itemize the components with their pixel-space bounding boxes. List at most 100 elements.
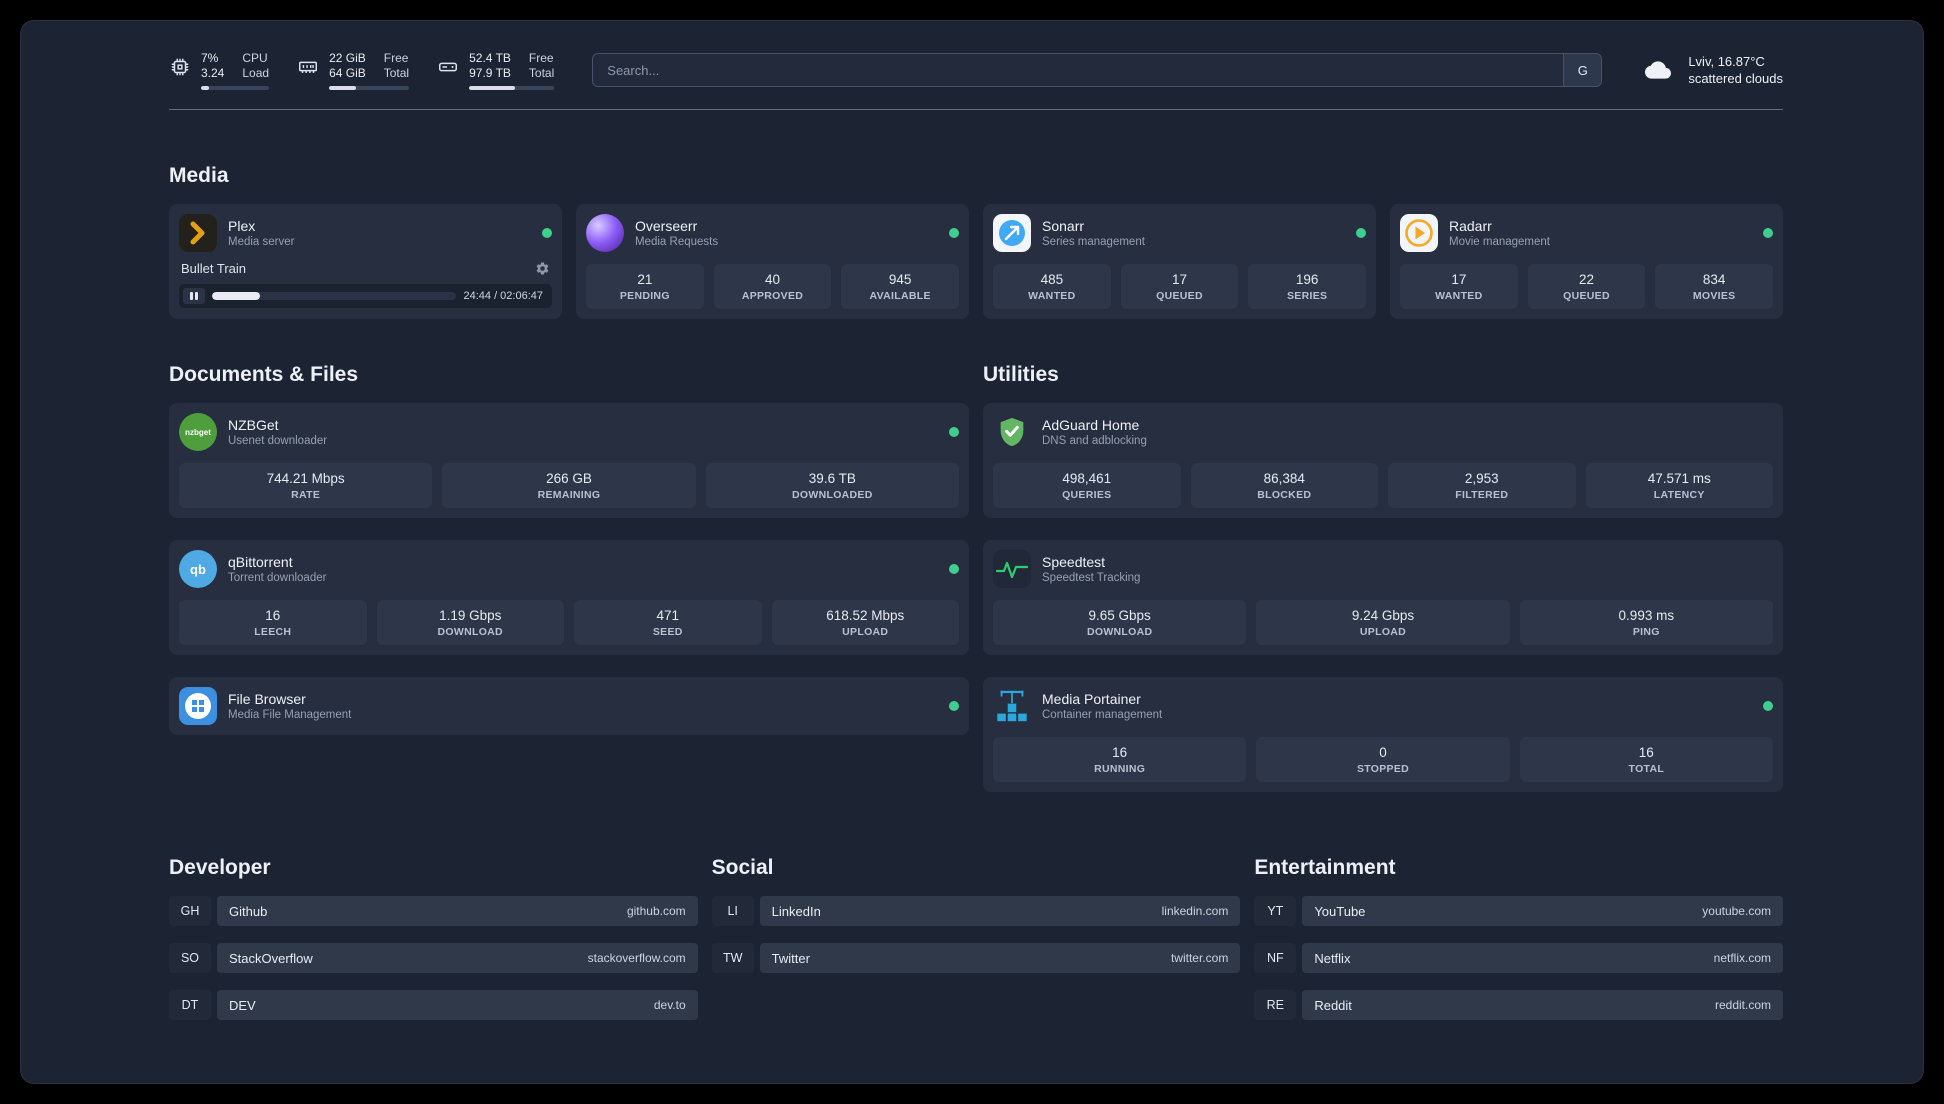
stat-label: APPROVED xyxy=(741,290,804,302)
app-subtitle: Series management xyxy=(1042,236,1145,248)
search-input[interactable] xyxy=(593,54,1564,86)
app-card-sonarr[interactable]: Sonarr Series management 485 WANTED 17 Q… xyxy=(983,204,1376,319)
disk-total-value: 97.9 TB xyxy=(469,65,511,80)
bookmark-github: GH Github github.com xyxy=(169,896,698,926)
cpu-usage-bar xyxy=(201,85,270,90)
status-dot xyxy=(1763,701,1773,711)
pause-button[interactable] xyxy=(183,288,205,304)
stat-value: 16 xyxy=(1112,745,1128,760)
stat-box-total: 16 TOTAL xyxy=(1519,737,1773,782)
section-media: Media Plex Media server Bullet Train 24:… xyxy=(169,164,1783,319)
stat-box-remaining: 266 GB REMAINING xyxy=(442,463,696,508)
cpu-usage-percent: 7% xyxy=(201,50,219,65)
stat-value: 196 xyxy=(1295,272,1319,287)
stat-value: 485 xyxy=(1040,272,1064,287)
stat-box-downloaded: 39.6 TB DOWNLOADED xyxy=(705,463,959,508)
stat-value: 266 GB xyxy=(546,471,592,486)
bookmark-abbr: RE xyxy=(1254,990,1297,1020)
stat-label: LEECH xyxy=(254,626,292,638)
disk-free-value: 52.4 TB xyxy=(469,50,511,65)
stat-value: 2,953 xyxy=(1464,471,1499,486)
playback-bar: 24:44 / 02:06:47 xyxy=(179,284,552,308)
app-subtitle: Movie management xyxy=(1449,236,1550,248)
stat-box-ping: 0.993 ms PING xyxy=(1519,600,1773,645)
stat-value: 40 xyxy=(764,272,780,287)
section-title-utilities: Utilities xyxy=(983,363,1059,386)
bookmark-url: youtube.com xyxy=(1702,904,1771,918)
stat-value: 471 xyxy=(656,608,680,623)
app-card-plex[interactable]: Plex Media server Bullet Train 24:44 / 0… xyxy=(169,204,562,319)
app-card-filebrowser[interactable]: File Browser Media File Management xyxy=(169,677,969,735)
stat-label: BLOCKED xyxy=(1257,489,1312,501)
app-card-speedtest[interactable]: Speedtest Speedtest Tracking 9.65 Gbps D… xyxy=(983,540,1783,655)
stat-label: QUEUED xyxy=(1563,290,1610,302)
bookmark-link[interactable]: Reddit reddit.com xyxy=(1302,990,1783,1020)
bookmark-abbr: TW xyxy=(711,943,754,973)
speedtest-icon xyxy=(993,550,1031,588)
app-card-radarr[interactable]: Radarr Movie management 17 WANTED 22 QUE… xyxy=(1390,204,1783,319)
app-subtitle: Usenet downloader xyxy=(228,435,328,447)
bookmark-name: Netflix xyxy=(1314,950,1351,966)
status-dot xyxy=(949,427,959,437)
bookmark-name: Reddit xyxy=(1314,997,1352,1013)
section-entertainment: Entertainment YT YouTube youtube.com NF … xyxy=(1254,856,1783,1037)
app-card-qbittorrent[interactable]: qb qBittorrent Torrent downloader 16 LEE… xyxy=(169,540,969,655)
bookmark-url: reddit.com xyxy=(1714,998,1771,1012)
disk-icon xyxy=(439,62,458,71)
app-subtitle: DNS and adblocking xyxy=(1042,435,1147,447)
bookmark-link[interactable]: Twitter twitter.com xyxy=(759,943,1241,973)
section-developer: Developer GH Github github.com SO StackO… xyxy=(169,856,698,1037)
bookmark-link[interactable]: DEV dev.to xyxy=(217,990,698,1020)
progress-fill xyxy=(212,292,260,300)
app-card-adguard[interactable]: AdGuard Home DNS and adblocking 498,461 … xyxy=(983,403,1783,518)
stat-box-leech: 16 LEECH xyxy=(179,600,367,645)
stat-value: 16 xyxy=(265,608,281,623)
status-dot xyxy=(949,701,959,711)
bookmark-link[interactable]: YouTube youtube.com xyxy=(1302,896,1783,926)
stat-value: 86,384 xyxy=(1263,471,1305,486)
stat-label: SEED xyxy=(652,626,683,638)
stat-value: 17 xyxy=(1451,272,1467,287)
bookmark-name: StackOverflow xyxy=(229,950,313,966)
app-card-nzbget[interactable]: nzbget NZBGet Usenet downloader 744.21 M… xyxy=(169,403,969,518)
stat-box-queries: 498,461 QUERIES xyxy=(993,463,1181,508)
bookmark-abbr: YT xyxy=(1254,896,1297,926)
disk-free-label: Free xyxy=(528,50,554,65)
bookmark-link[interactable]: StackOverflow stackoverflow.com xyxy=(217,943,698,973)
weather-condition: scattered clouds xyxy=(1688,71,1783,86)
progress-track[interactable] xyxy=(212,292,457,300)
sonarr-icon xyxy=(993,214,1031,252)
app-card-overseerr[interactable]: Overseerr Media Requests 21 PENDING 40 A… xyxy=(576,204,969,319)
bookmark-linkedin: LI LinkedIn linkedin.com xyxy=(711,896,1241,926)
bookmark-link[interactable]: LinkedIn linkedin.com xyxy=(759,896,1241,926)
stat-box-upload: 9.24 Gbps UPLOAD xyxy=(1256,600,1510,645)
app-name: Plex xyxy=(228,218,256,234)
ram-total-value: 64 GiB xyxy=(329,65,366,80)
plex-icon xyxy=(179,214,217,252)
stat-label: PING xyxy=(1632,626,1660,638)
overseerr-icon xyxy=(586,214,624,252)
bookmark-link[interactable]: Netflix netflix.com xyxy=(1302,943,1783,973)
stat-box-rate: 744.21 Mbps RATE xyxy=(179,463,433,508)
search-engine-button[interactable]: G xyxy=(1563,54,1602,86)
bookmark-abbr: LI xyxy=(711,896,754,926)
stat-label: QUEUED xyxy=(1156,290,1203,302)
section-social: Social LI LinkedIn linkedin.com TW Twitt… xyxy=(711,856,1241,1037)
stat-value: 39.6 TB xyxy=(808,471,856,486)
app-card-portainer[interactable]: Media Portainer Container management 16 … xyxy=(983,677,1783,792)
stat-box-wanted: 485 WANTED xyxy=(993,264,1111,309)
stat-label: QUERIES xyxy=(1062,489,1112,501)
bookmark-url: github.com xyxy=(626,904,686,918)
app-subtitle: Container management xyxy=(1042,709,1163,721)
section-title-media: Media xyxy=(169,164,229,187)
bookmark-link[interactable]: Github github.com xyxy=(217,896,698,926)
app-name: File Browser xyxy=(228,691,306,707)
stat-label: MOVIES xyxy=(1692,290,1736,302)
status-dot xyxy=(542,228,552,238)
settings-gear-icon[interactable] xyxy=(535,261,550,276)
stat-value: 0 xyxy=(1379,745,1387,760)
section-utilities: Utilities AdGuard Home DNS and adblockin… xyxy=(983,363,1783,792)
stat-label: WANTED xyxy=(1435,290,1483,302)
app-name: qBittorrent xyxy=(228,554,293,570)
bookmark-youtube: YT YouTube youtube.com xyxy=(1254,896,1783,926)
